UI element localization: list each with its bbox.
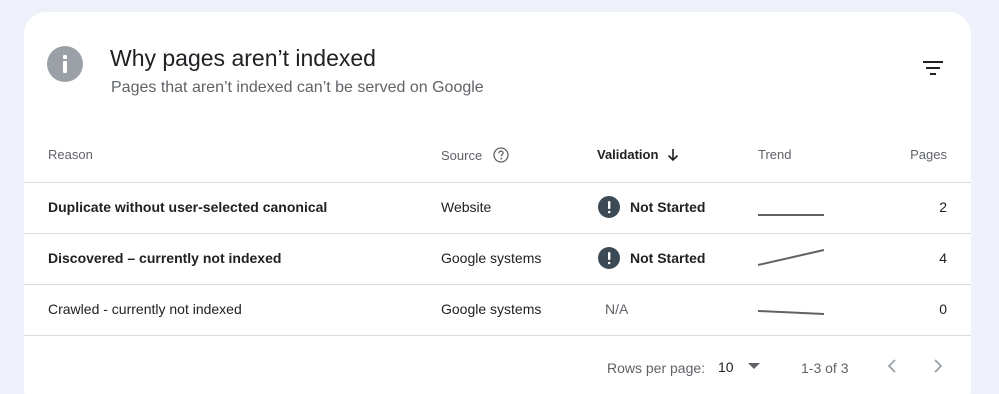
trend-sparkline xyxy=(758,214,824,216)
trend-line xyxy=(757,310,825,315)
column-header-reason[interactable]: Reason xyxy=(48,147,93,162)
previous-page-button[interactable] xyxy=(880,354,904,378)
help-circle-icon[interactable] xyxy=(493,147,509,163)
rows-per-page-value: 10 xyxy=(718,359,734,375)
card-subtitle: Pages that aren’t indexed can’t be serve… xyxy=(111,79,484,96)
pages-count: 0 xyxy=(939,301,947,317)
filter-list-icon xyxy=(923,61,943,75)
trend-sparkline xyxy=(757,249,825,266)
column-header-source[interactable]: Source xyxy=(441,147,509,163)
validation-status: Not Started xyxy=(598,247,705,269)
filter-button[interactable] xyxy=(917,54,949,82)
table-row[interactable]: Discovered – currently not indexed Googl… xyxy=(24,234,971,285)
trend-sparkline xyxy=(757,310,825,315)
caret-down-icon xyxy=(747,363,760,369)
card-title: Why pages aren’t indexed xyxy=(110,45,376,71)
rows-per-page-select[interactable]: 10 xyxy=(718,354,768,380)
column-header-validation[interactable]: Validation xyxy=(597,147,679,162)
chevron-left-icon xyxy=(887,359,896,373)
source-cell: Website xyxy=(441,199,492,215)
exclamation-circle-icon xyxy=(598,196,620,218)
table-row[interactable]: Crawled - currently not indexed Google s… xyxy=(24,285,971,336)
column-header-trend: Trend xyxy=(758,147,792,162)
pages-count: 4 xyxy=(939,250,947,266)
pagination-range: 1-3 of 3 xyxy=(801,360,849,376)
exclamation-circle-icon xyxy=(598,247,620,269)
table-header: Reason Source Validation Trend Pages xyxy=(24,134,971,183)
source-cell: Google systems xyxy=(441,250,542,266)
table-row[interactable]: Duplicate without user-selected canonica… xyxy=(24,183,971,234)
trend-line xyxy=(757,249,825,266)
validation-status: Not Started xyxy=(598,196,705,218)
arrow-down-icon xyxy=(668,148,679,161)
column-header-pages[interactable]: Pages xyxy=(910,147,947,162)
reason-cell: Crawled - currently not indexed xyxy=(48,301,242,317)
indexing-card: Why pages aren’t indexed Pages that aren… xyxy=(24,12,971,394)
chevron-right-icon xyxy=(934,359,943,373)
reason-cell: Discovered – currently not indexed xyxy=(48,250,282,266)
rows-per-page-label: Rows per page: xyxy=(607,360,706,376)
source-cell: Google systems xyxy=(441,301,542,317)
info-icon xyxy=(47,46,83,82)
pagination-footer: Rows per page: 10 1-3 of 3 xyxy=(24,342,971,392)
next-page-button[interactable] xyxy=(926,354,950,378)
reason-cell: Duplicate without user-selected canonica… xyxy=(48,199,328,215)
validation-status: N/A xyxy=(605,301,629,317)
pages-count: 2 xyxy=(939,199,947,215)
